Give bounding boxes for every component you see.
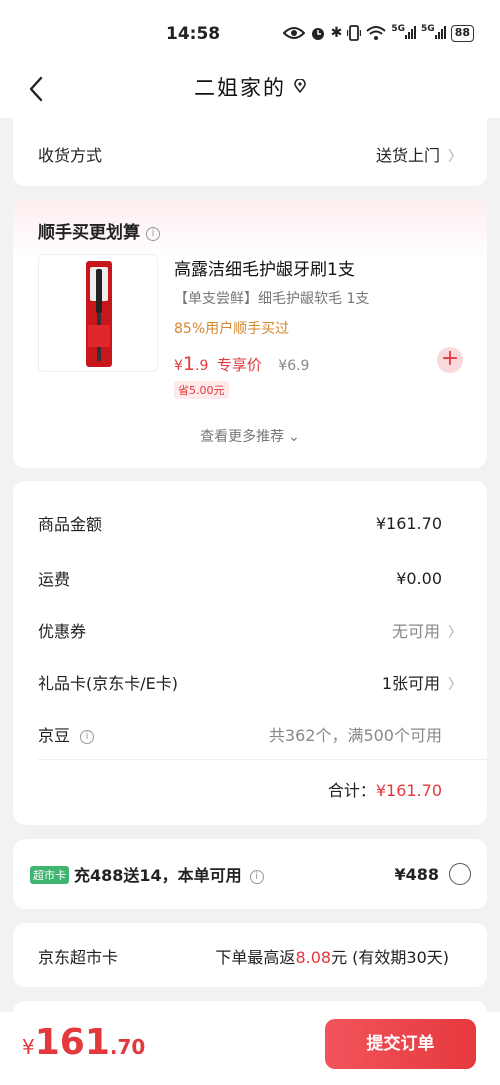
card-offer-text: 充488送14，本单可用	[74, 866, 242, 885]
summary-card: 商品金额 ¥161.70 运费 ¥0.00 优惠券 无可用〉 礼品卡(京东卡/E…	[13, 481, 487, 825]
toothbrush-package-icon	[86, 261, 112, 367]
chevron-down-icon: ⌄	[288, 429, 300, 445]
product-image[interactable]	[38, 254, 158, 372]
wifi-icon	[366, 26, 387, 40]
card-offer-row[interactable]: 超市卡 充488送14，本单可用 i ¥488	[30, 862, 471, 886]
page-title: 二姐家的	[194, 76, 286, 100]
product-buy-rate: 85%用户顺手买过	[174, 321, 290, 337]
giftcard-label: 礼品卡(京东卡/E卡)	[38, 674, 178, 693]
more-recommendations-link[interactable]: 查看更多推荐 ⌄	[13, 426, 487, 446]
summary-row-coupon[interactable]: 优惠券 无可用〉	[38, 618, 462, 642]
price-tag: 专享价	[216, 356, 262, 374]
rebate-suffix: 元 (有效期30天)	[331, 948, 449, 967]
total-value: ¥161.70	[375, 781, 442, 800]
summary-row-shipping: 运费 ¥0.00	[38, 566, 462, 590]
coupon-value: 无可用	[391, 622, 440, 641]
delivery-card[interactable]: 收货方式 送货上门〉	[13, 118, 487, 186]
jingdou-label: 京豆	[38, 726, 71, 745]
submit-order-button[interactable]: 提交订单	[325, 1019, 476, 1069]
status-icons: ✱ 5G 5G 88	[282, 24, 474, 42]
card-offer-card[interactable]: 超市卡 充488送14，本单可用 i ¥488	[13, 839, 487, 909]
info-icon[interactable]: i	[249, 870, 264, 884]
combo-title: 顺手买更划算	[38, 223, 140, 243]
bottom-total-int: 161	[34, 1022, 110, 1063]
combo-card: 顺手买更划算 i 高露洁细毛护龈牙刷1支 【单支尝鲜】细毛护龈软毛 1支 85%用…	[13, 200, 487, 468]
summary-row-giftcard[interactable]: 礼品卡(京东卡/E卡) 1张可用〉	[38, 670, 462, 694]
price-symbol: ¥	[174, 358, 183, 374]
alarm-icon	[311, 28, 324, 40]
price-dec: .9	[195, 358, 209, 374]
shipping-value: ¥0.00	[396, 568, 442, 588]
info-icon[interactable]: i	[80, 730, 95, 744]
supermarket-card: 京东超市卡 下单最高返8.08元 (有效期30天)	[13, 923, 487, 987]
giftcard-value: 1张可用	[381, 674, 440, 693]
save-badge: 省5.00元	[174, 381, 229, 399]
location-pin-icon	[294, 79, 306, 93]
bottom-total-dec: .70	[109, 1035, 146, 1059]
vibrate-icon	[347, 25, 362, 41]
eye-icon	[282, 27, 305, 39]
status-time: 14:58	[166, 24, 221, 44]
price-int: 1	[182, 353, 196, 375]
bottom-currency: ¥	[22, 1035, 35, 1059]
info-icon[interactable]: i	[146, 227, 160, 241]
combo-title-row: 顺手买更划算 i	[38, 218, 160, 243]
select-radio[interactable]	[449, 863, 471, 885]
product-price: ¥1.9 专享价 ¥6.9	[174, 353, 309, 375]
product-name[interactable]: 高露洁细毛护龈牙刷1支	[174, 255, 355, 280]
add-to-order-button[interactable]: +	[437, 347, 463, 373]
supermarket-label: 京东超市卡	[38, 948, 119, 967]
jingdou-value: 共362个，满500个可用	[268, 726, 442, 745]
bottom-bar: ¥161.70 提交订单	[0, 1012, 500, 1085]
rebate-prefix: 下单最高返	[215, 948, 296, 967]
supermarket-row: 京东超市卡 下单最高返8.08元 (有效期30天)	[38, 944, 449, 968]
summary-divider	[38, 759, 487, 760]
delivery-row[interactable]: 收货方式 送货上门〉	[38, 142, 462, 166]
chevron-right-icon: 〉	[448, 625, 462, 641]
status-bar: 14:58 ✱ 5G 5G 88	[0, 0, 500, 66]
signal-bars-icon	[405, 25, 417, 39]
shipping-label: 运费	[38, 570, 71, 589]
battery-icon: 88	[450, 24, 474, 42]
bluetooth-icon: ✱	[330, 25, 343, 41]
product-subtitle: 【单支尝鲜】细毛护龈软毛 1支	[174, 291, 370, 307]
signal-bars-icon	[434, 25, 446, 39]
bottom-total-price: ¥161.70	[22, 1022, 145, 1063]
total-label: 合计：	[327, 781, 376, 800]
chevron-right-icon: 〉	[448, 677, 462, 693]
card-offer-price: ¥488	[394, 865, 439, 884]
supermarket-card-badge: 超市卡	[30, 866, 69, 884]
summary-row-jingdou: 京豆 i 共362个，满500个可用	[38, 722, 462, 746]
old-price: ¥6.9	[278, 358, 310, 374]
coupon-label: 优惠券	[38, 622, 87, 641]
rebate-amount: 8.08	[295, 948, 332, 967]
summary-row-goods: 商品金额 ¥161.70	[38, 511, 462, 535]
header: 二姐家的	[0, 66, 500, 118]
delivery-label: 收货方式	[38, 146, 103, 165]
goods-amount-label: 商品金额	[38, 515, 103, 534]
delivery-value: 送货上门	[375, 146, 440, 165]
signal-1: 5G	[391, 24, 417, 42]
summary-total: 合计：¥161.70	[328, 777, 442, 801]
chevron-right-icon: 〉	[448, 149, 462, 165]
page-title-wrap[interactable]: 二姐家的	[0, 72, 500, 102]
more-recommendations-label: 查看更多推荐	[200, 429, 285, 445]
signal-2: 5G	[421, 24, 446, 42]
goods-amount-value: ¥161.70	[375, 513, 442, 533]
